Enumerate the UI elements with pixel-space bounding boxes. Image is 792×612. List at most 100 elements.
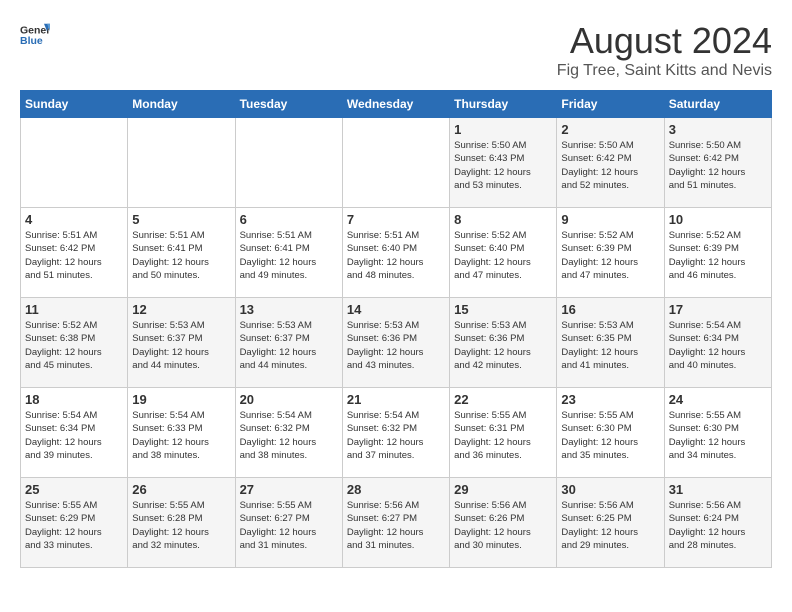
calendar-cell: 16 Sunrise: 5:53 AMSunset: 6:35 PMDayligh… xyxy=(557,298,664,388)
calendar-cell: 5Sunrise: 5:51 AMSunset: 6:41 PMDaylight… xyxy=(128,208,235,298)
day-info: Sunrise: 5:53 AMSunset: 6:36 PMDaylight:… xyxy=(347,319,445,372)
day-info: Sunrise: 5:52 AMSunset: 6:38 PMDaylight:… xyxy=(25,319,123,372)
col-header-sunday: Sunday xyxy=(21,91,128,118)
day-info: Sunrise: 5:50 AMSunset: 6:42 PMDaylight:… xyxy=(669,139,767,192)
day-info: Sunrise: 5:53 AMSunset: 6:37 PMDaylight:… xyxy=(132,319,230,372)
col-header-monday: Monday xyxy=(128,91,235,118)
day-number: 2 xyxy=(561,122,659,137)
day-info: Sunrise: 5:55 AMSunset: 6:30 PMDaylight:… xyxy=(561,409,659,462)
calendar-cell: 11 Sunrise: 5:52 AMSunset: 6:38 PMDayligh… xyxy=(21,298,128,388)
calendar-cell: 14 Sunrise: 5:53 AMSunset: 6:36 PMDayligh… xyxy=(342,298,449,388)
day-number: 23 xyxy=(561,392,659,407)
day-info: Sunrise: 5:53 AMSunset: 6:35 PMDaylight:… xyxy=(561,319,659,372)
header: General Blue August 2024 Fig Tree, Saint… xyxy=(20,20,772,80)
day-number: 15 xyxy=(454,302,552,317)
day-info: Sunrise: 5:52 AMSunset: 6:39 PMDaylight:… xyxy=(561,229,659,282)
day-number: 4 xyxy=(25,212,123,227)
col-header-thursday: Thursday xyxy=(450,91,557,118)
day-number: 21 xyxy=(347,392,445,407)
day-number: 7 xyxy=(347,212,445,227)
day-number: 31 xyxy=(669,482,767,497)
day-number: 28 xyxy=(347,482,445,497)
day-number: 20 xyxy=(240,392,338,407)
day-number: 10 xyxy=(669,212,767,227)
calendar-week-row: 1 Sunrise: 5:50 AMSunset: 6:43 PMDaylight… xyxy=(21,118,772,208)
day-info: Sunrise: 5:51 AMSunset: 6:40 PMDaylight:… xyxy=(347,229,445,282)
day-info: Sunrise: 5:55 AMSunset: 6:29 PMDaylight:… xyxy=(25,499,123,552)
calendar-cell: 4 Sunrise: 5:51 AMSunset: 6:42 PMDaylight… xyxy=(21,208,128,298)
calendar-cell: 26 Sunrise: 5:55 AMSunset: 6:28 PMDayligh… xyxy=(128,478,235,568)
day-number: 6 xyxy=(240,212,338,227)
calendar-week-row: 4 Sunrise: 5:51 AMSunset: 6:42 PMDaylight… xyxy=(21,208,772,298)
day-number: 12 xyxy=(132,302,230,317)
calendar-cell: 7 Sunrise: 5:51 AMSunset: 6:40 PMDaylight… xyxy=(342,208,449,298)
main-title: August 2024 xyxy=(557,20,772,62)
day-info: Sunrise: 5:51 AMSunset: 6:41 PMDaylight:… xyxy=(240,229,338,282)
calendar-cell: 21 Sunrise: 5:54 AMSunset: 6:32 PMDayligh… xyxy=(342,388,449,478)
day-info: Sunrise: 5:54 AMSunset: 6:33 PMDaylight:… xyxy=(132,409,230,462)
calendar-cell: 24 Sunrise: 5:55 AMSunset: 6:30 PMDayligh… xyxy=(664,388,771,478)
calendar-header-row: SundayMondayTuesdayWednesdayThursdayFrid… xyxy=(21,91,772,118)
calendar-cell: 25 Sunrise: 5:55 AMSunset: 6:29 PMDayligh… xyxy=(21,478,128,568)
day-number: 29 xyxy=(454,482,552,497)
day-number: 18 xyxy=(25,392,123,407)
calendar-cell: 9 Sunrise: 5:52 AMSunset: 6:39 PMDaylight… xyxy=(557,208,664,298)
day-info: Sunrise: 5:54 AMSunset: 6:34 PMDaylight:… xyxy=(669,319,767,372)
calendar-week-row: 11 Sunrise: 5:52 AMSunset: 6:38 PMDayligh… xyxy=(21,298,772,388)
day-info: Sunrise: 5:55 AMSunset: 6:31 PMDaylight:… xyxy=(454,409,552,462)
title-area: August 2024 Fig Tree, Saint Kitts and Ne… xyxy=(557,20,772,80)
calendar-week-row: 18 Sunrise: 5:54 AMSunset: 6:34 PMDayligh… xyxy=(21,388,772,478)
day-info: Sunrise: 5:55 AMSunset: 6:28 PMDaylight:… xyxy=(132,499,230,552)
day-info: Sunrise: 5:54 AMSunset: 6:32 PMDaylight:… xyxy=(240,409,338,462)
day-info: Sunrise: 5:52 AMSunset: 6:40 PMDaylight:… xyxy=(454,229,552,282)
day-number: 25 xyxy=(25,482,123,497)
day-info: Sunrise: 5:53 AMSunset: 6:37 PMDaylight:… xyxy=(240,319,338,372)
calendar-cell xyxy=(342,118,449,208)
day-info: Sunrise: 5:50 AMSunset: 6:42 PMDaylight:… xyxy=(561,139,659,192)
calendar-cell: 30 Sunrise: 5:56 AMSunset: 6:25 PMDayligh… xyxy=(557,478,664,568)
day-number: 30 xyxy=(561,482,659,497)
calendar-cell xyxy=(235,118,342,208)
day-number: 22 xyxy=(454,392,552,407)
day-info: Sunrise: 5:56 AMSunset: 6:25 PMDaylight:… xyxy=(561,499,659,552)
day-info: Sunrise: 5:54 AMSunset: 6:32 PMDaylight:… xyxy=(347,409,445,462)
calendar-cell xyxy=(128,118,235,208)
calendar-cell: 20 Sunrise: 5:54 AMSunset: 6:32 PMDayligh… xyxy=(235,388,342,478)
day-number: 27 xyxy=(240,482,338,497)
day-info: Sunrise: 5:53 AMSunset: 6:36 PMDaylight:… xyxy=(454,319,552,372)
calendar-cell: 2 Sunrise: 5:50 AMSunset: 6:42 PMDaylight… xyxy=(557,118,664,208)
day-number: 11 xyxy=(25,302,123,317)
day-number: 26 xyxy=(132,482,230,497)
day-info: Sunrise: 5:50 AMSunset: 6:43 PMDaylight:… xyxy=(454,139,552,192)
day-number: 17 xyxy=(669,302,767,317)
day-number: 16 xyxy=(561,302,659,317)
day-info: Sunrise: 5:54 AMSunset: 6:34 PMDaylight:… xyxy=(25,409,123,462)
calendar-cell: 8 Sunrise: 5:52 AMSunset: 6:40 PMDaylight… xyxy=(450,208,557,298)
calendar-cell: 18 Sunrise: 5:54 AMSunset: 6:34 PMDayligh… xyxy=(21,388,128,478)
calendar-cell: 31Sunrise: 5:56 AMSunset: 6:24 PMDayligh… xyxy=(664,478,771,568)
col-header-friday: Friday xyxy=(557,91,664,118)
day-number: 8 xyxy=(454,212,552,227)
calendar-week-row: 25 Sunrise: 5:55 AMSunset: 6:29 PMDayligh… xyxy=(21,478,772,568)
day-info: Sunrise: 5:56 AMSunset: 6:26 PMDaylight:… xyxy=(454,499,552,552)
day-info: Sunrise: 5:56 AMSunset: 6:27 PMDaylight:… xyxy=(347,499,445,552)
day-info: Sunrise: 5:55 AMSunset: 6:30 PMDaylight:… xyxy=(669,409,767,462)
calendar-cell: 28 Sunrise: 5:56 AMSunset: 6:27 PMDayligh… xyxy=(342,478,449,568)
day-info: Sunrise: 5:51 AMSunset: 6:42 PMDaylight:… xyxy=(25,229,123,282)
day-number: 14 xyxy=(347,302,445,317)
logo: General Blue xyxy=(20,20,50,50)
day-number: 24 xyxy=(669,392,767,407)
day-info: Sunrise: 5:55 AMSunset: 6:27 PMDaylight:… xyxy=(240,499,338,552)
logo-icon: General Blue xyxy=(20,20,50,50)
day-number: 9 xyxy=(561,212,659,227)
calendar-cell: 1 Sunrise: 5:50 AMSunset: 6:43 PMDaylight… xyxy=(450,118,557,208)
day-number: 1 xyxy=(454,122,552,137)
day-number: 3 xyxy=(669,122,767,137)
calendar-table: SundayMondayTuesdayWednesdayThursdayFrid… xyxy=(20,90,772,568)
calendar-cell xyxy=(21,118,128,208)
day-number: 19 xyxy=(132,392,230,407)
calendar-cell: 17 Sunrise: 5:54 AMSunset: 6:34 PMDayligh… xyxy=(664,298,771,388)
calendar-cell: 12 Sunrise: 5:53 AMSunset: 6:37 PMDayligh… xyxy=(128,298,235,388)
calendar-cell: 27 Sunrise: 5:55 AMSunset: 6:27 PMDayligh… xyxy=(235,478,342,568)
calendar-cell: 19 Sunrise: 5:54 AMSunset: 6:33 PMDayligh… xyxy=(128,388,235,478)
